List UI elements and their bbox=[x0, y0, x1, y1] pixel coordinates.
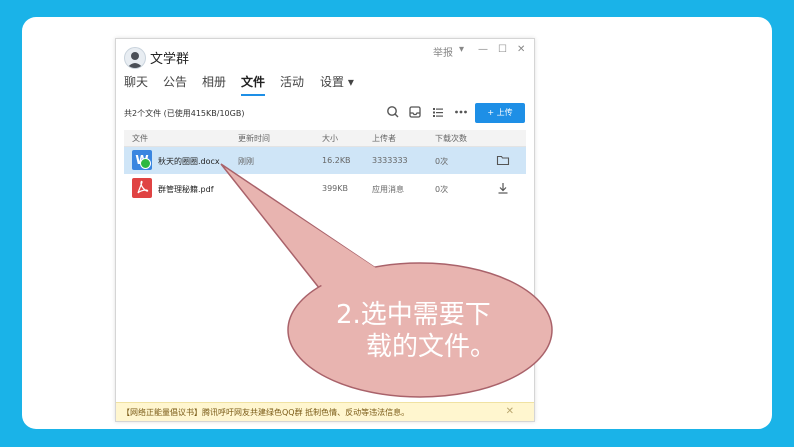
file-downloads: 0次 bbox=[435, 185, 449, 194]
column-file[interactable]: 文件 bbox=[132, 133, 148, 144]
report-link[interactable]: 举报 bbox=[433, 44, 453, 59]
notice-close-icon[interactable]: ✕ bbox=[506, 406, 514, 417]
table-row[interactable]: W 秋天的圈圈.docx 刚刚 16.2KB 3333333 0次 bbox=[124, 147, 526, 174]
dropdown-icon[interactable]: ▾ bbox=[459, 44, 464, 55]
more-icon[interactable] bbox=[452, 103, 470, 121]
tab-announcement[interactable]: 公告 bbox=[163, 73, 187, 90]
maximize-icon[interactable]: ☐ bbox=[498, 44, 507, 55]
callout-line-1: 2.选中需要下 bbox=[336, 300, 491, 330]
file-uploader: 3333333 bbox=[372, 156, 408, 165]
column-size[interactable]: 大小 bbox=[322, 133, 338, 144]
file-size: 399KB bbox=[322, 184, 349, 193]
storage-summary: 共2个文件 (已使用415KB/10GB) bbox=[124, 109, 245, 118]
group-avatar bbox=[124, 47, 146, 69]
file-uploader: 应用消息 bbox=[372, 185, 404, 194]
search-icon[interactable] bbox=[384, 103, 402, 121]
checkmark-icon bbox=[140, 158, 151, 169]
notice-bar: 【网络正能量倡议书】腾讯呼吁网友共建绿色QQ群 抵制色情、反动等违法信息。 ✕ bbox=[116, 402, 534, 421]
callout-text: 2.选中需要下 载的文件。 bbox=[336, 299, 546, 363]
tab-chat[interactable]: 聊天 bbox=[124, 73, 148, 90]
column-updated[interactable]: 更新时间 bbox=[238, 133, 270, 144]
minimize-icon[interactable]: — bbox=[478, 44, 488, 55]
callout-line-2: 载的文件。 bbox=[366, 332, 497, 362]
table-row[interactable]: 群管理秘籍.pdf 399KB 应用消息 0次 bbox=[124, 175, 526, 202]
upload-button[interactable]: + 上传 bbox=[475, 103, 525, 123]
folder-icon[interactable] bbox=[496, 153, 510, 167]
window-title: 文学群 bbox=[150, 52, 190, 67]
tab-activity[interactable]: 活动 bbox=[280, 73, 304, 90]
file-size: 16.2KB bbox=[322, 156, 351, 165]
notice-text[interactable]: 【网络正能量倡议书】腾讯呼吁网友共建绿色QQ群 抵制色情、反动等违法信息。 bbox=[122, 407, 409, 418]
column-uploader[interactable]: 上传者 bbox=[372, 133, 396, 144]
download-icon[interactable] bbox=[496, 181, 510, 195]
file-updated: 刚刚 bbox=[238, 157, 254, 166]
column-downloads[interactable]: 下载次数 bbox=[435, 133, 467, 144]
close-icon[interactable]: ✕ bbox=[517, 44, 525, 55]
file-name[interactable]: 秋天的圈圈.docx bbox=[158, 156, 220, 167]
list-icon[interactable] bbox=[429, 103, 447, 121]
group-file-window: 文学群 举报 ▾ — ☐ ✕ 聊天 公告 相册 文件 活动 设置 ▾ 共2个文件… bbox=[115, 38, 535, 422]
file-name[interactable]: 群管理秘籍.pdf bbox=[158, 184, 214, 195]
tab-files[interactable]: 文件 bbox=[241, 73, 266, 96]
file-downloads: 0次 bbox=[435, 157, 449, 166]
pdf-file-icon bbox=[132, 178, 152, 198]
tab-settings[interactable]: 设置 ▾ bbox=[320, 73, 354, 90]
tab-album[interactable]: 相册 bbox=[202, 73, 226, 90]
file-table-header: 文件 更新时间 大小 上传者 下载次数 bbox=[124, 130, 526, 147]
inbox-icon[interactable] bbox=[406, 103, 424, 121]
